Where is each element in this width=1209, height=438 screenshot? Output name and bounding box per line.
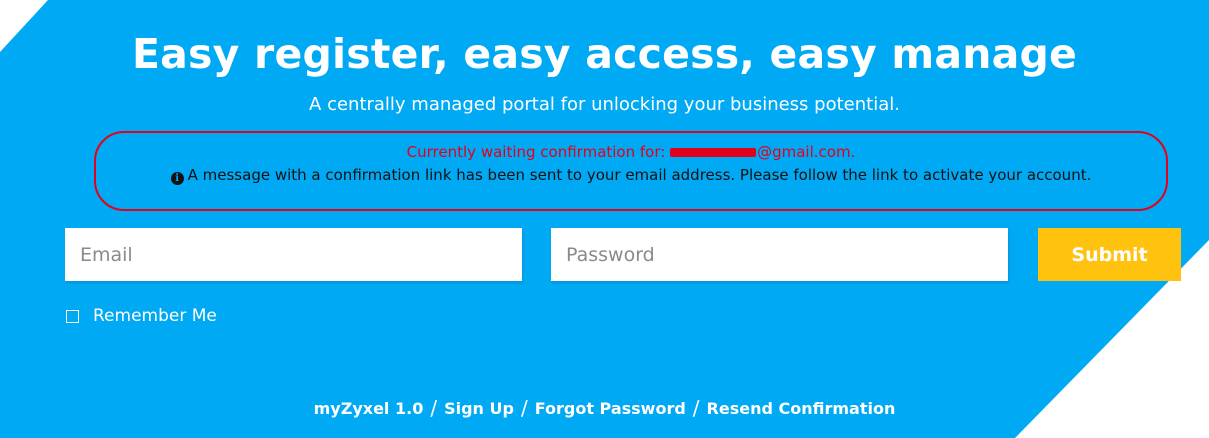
waiting-prefix: Currently waiting confirmation for: xyxy=(406,143,666,161)
footer-link-forgot-password[interactable]: Forgot Password xyxy=(535,399,686,418)
remember-me-checkbox[interactable] xyxy=(66,309,79,323)
page-subtitle: A centrally managed portal for unlocking… xyxy=(309,94,900,115)
email-domain: @gmail.com. xyxy=(757,143,856,161)
password-field[interactable] xyxy=(551,228,1008,281)
confirmation-notice: Currently waiting confirmation for: @gma… xyxy=(94,131,1168,211)
remember-me-label: Remember Me xyxy=(93,306,217,326)
page-title: Easy register, easy access, easy manage xyxy=(131,30,1078,78)
footer-link-sign-up[interactable]: Sign Up xyxy=(444,399,514,418)
confirmation-message-line: iA message with a confirmation link has … xyxy=(124,164,1138,186)
footer-link-resend-confirmation[interactable]: Resend Confirmation xyxy=(707,399,896,418)
confirmation-message: A message with a confirmation link has b… xyxy=(187,166,1092,184)
submit-button[interactable]: Submit xyxy=(1038,228,1181,281)
footer-separator: / xyxy=(520,396,528,420)
redacted-email-mark xyxy=(670,148,757,157)
footer-separator: / xyxy=(692,396,700,420)
footer-link-myzyxel[interactable]: myZyxel 1.0 xyxy=(314,399,424,418)
info-circle-icon: i xyxy=(170,172,184,185)
email-field[interactable] xyxy=(65,228,522,281)
waiting-confirmation-line: Currently waiting confirmation for: @gma… xyxy=(96,142,1166,162)
remember-me-option[interactable]: Remember Me xyxy=(66,305,217,327)
footer-links: myZyxel 1.0 / Sign Up / Forgot Password / Rese… xyxy=(0,397,1209,420)
login-panel: Easy register, easy access, easy manage … xyxy=(0,0,1209,438)
footer-separator: / xyxy=(430,396,438,420)
